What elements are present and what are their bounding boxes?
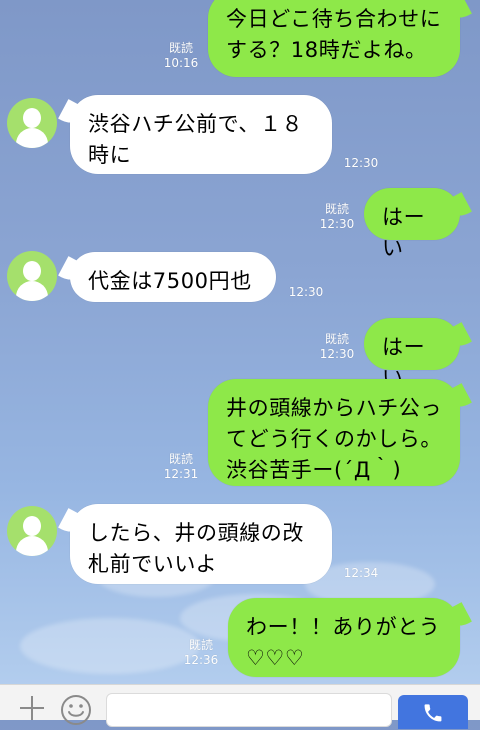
message-time: 12:30 <box>319 217 355 231</box>
outgoing-message-bubble[interactable]: はーい <box>364 188 460 260</box>
read-status: 既読 <box>324 202 349 216</box>
message-row: 既読 10:16 今日どこ待ち合わせにする？18時だよね。 <box>0 0 480 88</box>
message-row: 既読 12:30 はーい <box>0 186 480 260</box>
message-input[interactable] <box>106 693 392 727</box>
outgoing-message-bubble[interactable]: わー！！ありがとう♡♡♡ <box>228 598 460 677</box>
outgoing-message-bubble[interactable]: 今日どこ待ち合わせにする？18時だよね。 <box>208 0 460 77</box>
message-time: 12:36 <box>183 653 219 667</box>
message-row: 既読 12:31 井の頭線からハチ公ってどう行くのかしら。渋谷苦手ー(´Д｀) <box>0 374 480 494</box>
avatar-head <box>23 108 41 128</box>
incoming-message-bubble[interactable]: 渋谷ハチ公前で、１８時に <box>70 95 332 174</box>
read-status: 既読 <box>324 332 349 346</box>
outgoing-message-bubble[interactable]: はーい <box>364 318 460 390</box>
message-time: 12:30 <box>319 347 355 361</box>
read-status: 既読 <box>168 41 193 55</box>
avatar-body <box>16 128 48 148</box>
avatar-head <box>23 516 41 536</box>
message-meta: 既読 10:16 <box>160 41 202 71</box>
message-row: 代金は7500円也 12:30 <box>0 244 480 316</box>
contact-avatar[interactable] <box>7 251 57 301</box>
message-meta: 既読 12:30 <box>316 202 358 232</box>
message-row: 渋谷ハチ公前で、１８時に 12:30 <box>0 88 480 186</box>
message-meta: 12:34 <box>341 566 381 581</box>
outgoing-message-bubble[interactable]: 井の頭線からハチ公ってどう行くのかしら。渋谷苦手ー(´Д｀) <box>208 379 460 486</box>
incoming-message-bubble[interactable]: 代金は7500円也 <box>70 252 276 302</box>
message-meta: 12:30 <box>341 156 381 171</box>
message-time: 12:30 <box>288 285 324 299</box>
message-time: 12:34 <box>343 566 379 580</box>
avatar-head <box>23 261 41 281</box>
phone-icon <box>424 704 442 722</box>
message-row: 既読 12:36 わー！！ありがとう♡♡♡ <box>0 592 480 684</box>
smile-icon-graphic <box>61 695 91 725</box>
avatar-body <box>16 536 48 556</box>
contact-avatar[interactable] <box>7 98 57 148</box>
message-row: したら、井の頭線の改札前でいいよ 12:34 <box>0 494 480 592</box>
plus-icon[interactable] <box>20 696 44 720</box>
message-row: 既読 12:30 はーい <box>0 316 480 390</box>
message-meta: 既読 12:30 <box>316 332 358 362</box>
message-time: 12:31 <box>163 467 199 481</box>
chat-area: 既読 10:16 今日どこ待ち合わせにする？18時だよね。 渋谷ハチ公前で、１８… <box>0 0 480 684</box>
phone-button[interactable] <box>398 695 468 729</box>
contact-avatar[interactable] <box>7 506 57 556</box>
message-time: 12:30 <box>343 156 379 170</box>
read-status: 既読 <box>188 638 213 652</box>
message-meta: 12:30 <box>286 285 326 300</box>
avatar-body <box>16 281 48 301</box>
message-time: 10:16 <box>163 56 199 70</box>
message-composer <box>0 684 480 729</box>
message-meta: 既読 12:36 <box>180 638 222 668</box>
message-meta: 既読 12:31 <box>160 452 202 482</box>
incoming-message-bubble[interactable]: したら、井の頭線の改札前でいいよ <box>70 504 332 584</box>
smile-icon[interactable] <box>60 694 92 726</box>
read-status: 既読 <box>168 452 193 466</box>
